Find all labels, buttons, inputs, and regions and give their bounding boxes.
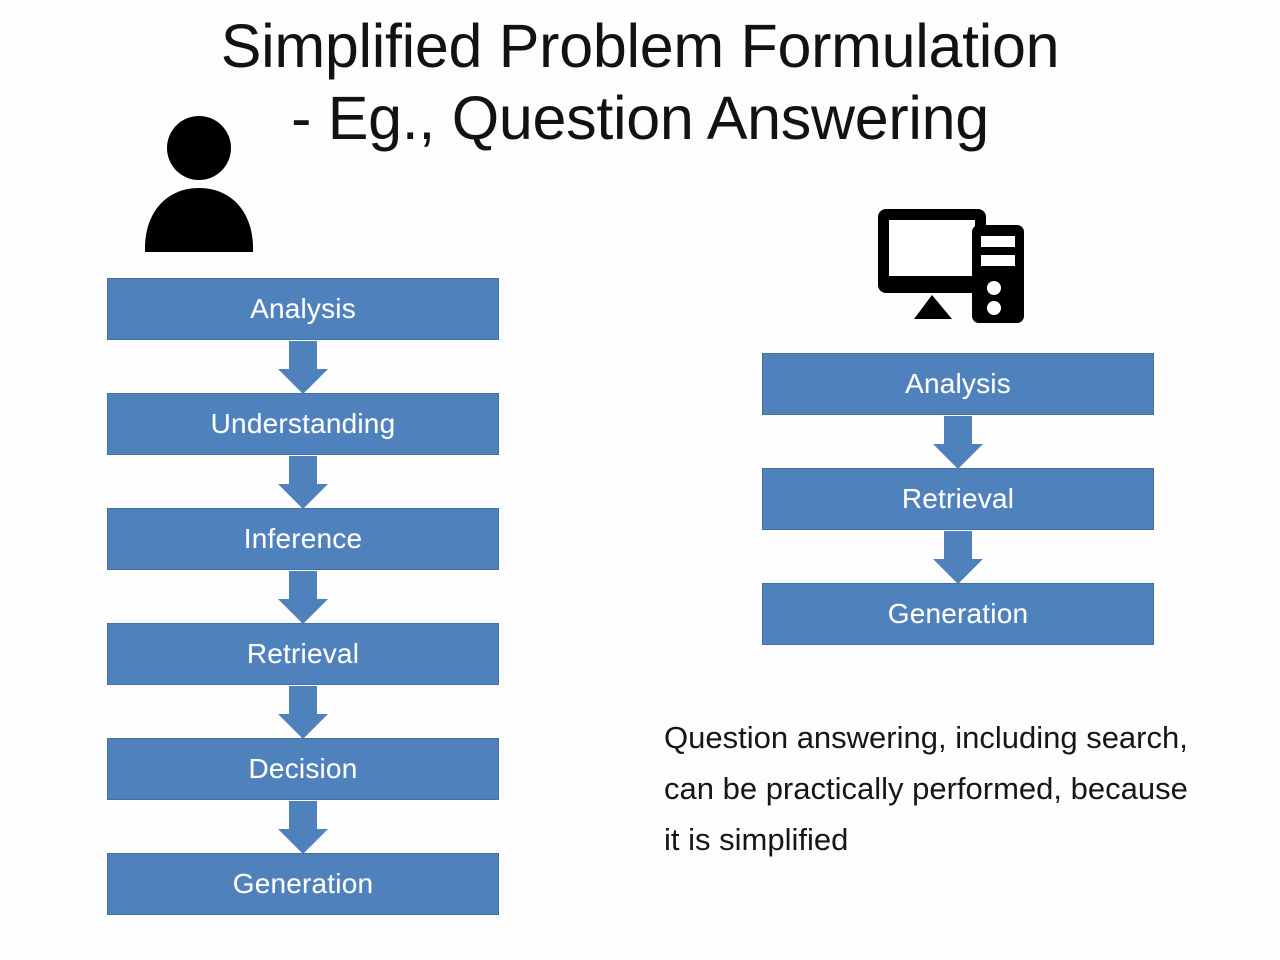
flow-step-label: Retrieval	[246, 638, 360, 669]
flow-arrow-down-icon	[933, 416, 983, 469]
flow-step-inference[interactable]: Inference	[107, 508, 499, 624]
flow-step-analysis[interactable]: Analysis	[107, 278, 499, 394]
caption-text: Question answering, including search, ca…	[664, 720, 1188, 857]
flow-arrow-down-icon	[278, 341, 328, 394]
flow-step-generation[interactable]: Generation	[107, 853, 499, 915]
flow-arrow-down-icon	[278, 686, 328, 739]
flow-step-decision[interactable]: Decision	[107, 738, 499, 854]
human-flow-column: Analysis Understanding Inference Retriev…	[107, 278, 499, 920]
machine-flow-column: Analysis Retrieval Generation	[762, 353, 1154, 650]
flow-arrow-down-icon	[278, 571, 328, 624]
flow-step-label: Retrieval	[901, 483, 1015, 514]
flow-step-label: Understanding	[210, 408, 396, 439]
slide-canvas: Simplified Problem Formulation - Eg., Qu…	[0, 0, 1280, 960]
page-title-line-1: Simplified Problem Formulation	[220, 12, 1060, 80]
flow-step-understanding[interactable]: Understanding	[107, 393, 499, 509]
computer-icon	[878, 207, 1026, 325]
flow-arrow-down-icon	[278, 801, 328, 854]
flow-step-label: Analysis	[905, 368, 1011, 399]
flow-arrow-down-icon	[933, 531, 983, 584]
flow-step-generation[interactable]: Generation	[762, 583, 1154, 645]
flow-step-analysis[interactable]: Analysis	[762, 353, 1154, 469]
flow-step-label: Inference	[243, 523, 363, 554]
flow-step-label: Analysis	[250, 293, 356, 324]
flow-step-retrieval[interactable]: Retrieval	[107, 623, 499, 739]
person-icon	[142, 112, 256, 257]
flow-step-retrieval[interactable]: Retrieval	[762, 468, 1154, 584]
flow-arrow-down-icon	[278, 456, 328, 509]
flow-step-label: Generation	[232, 868, 374, 899]
flow-step-label: Generation	[887, 598, 1029, 629]
flow-step-label: Decision	[248, 753, 358, 784]
